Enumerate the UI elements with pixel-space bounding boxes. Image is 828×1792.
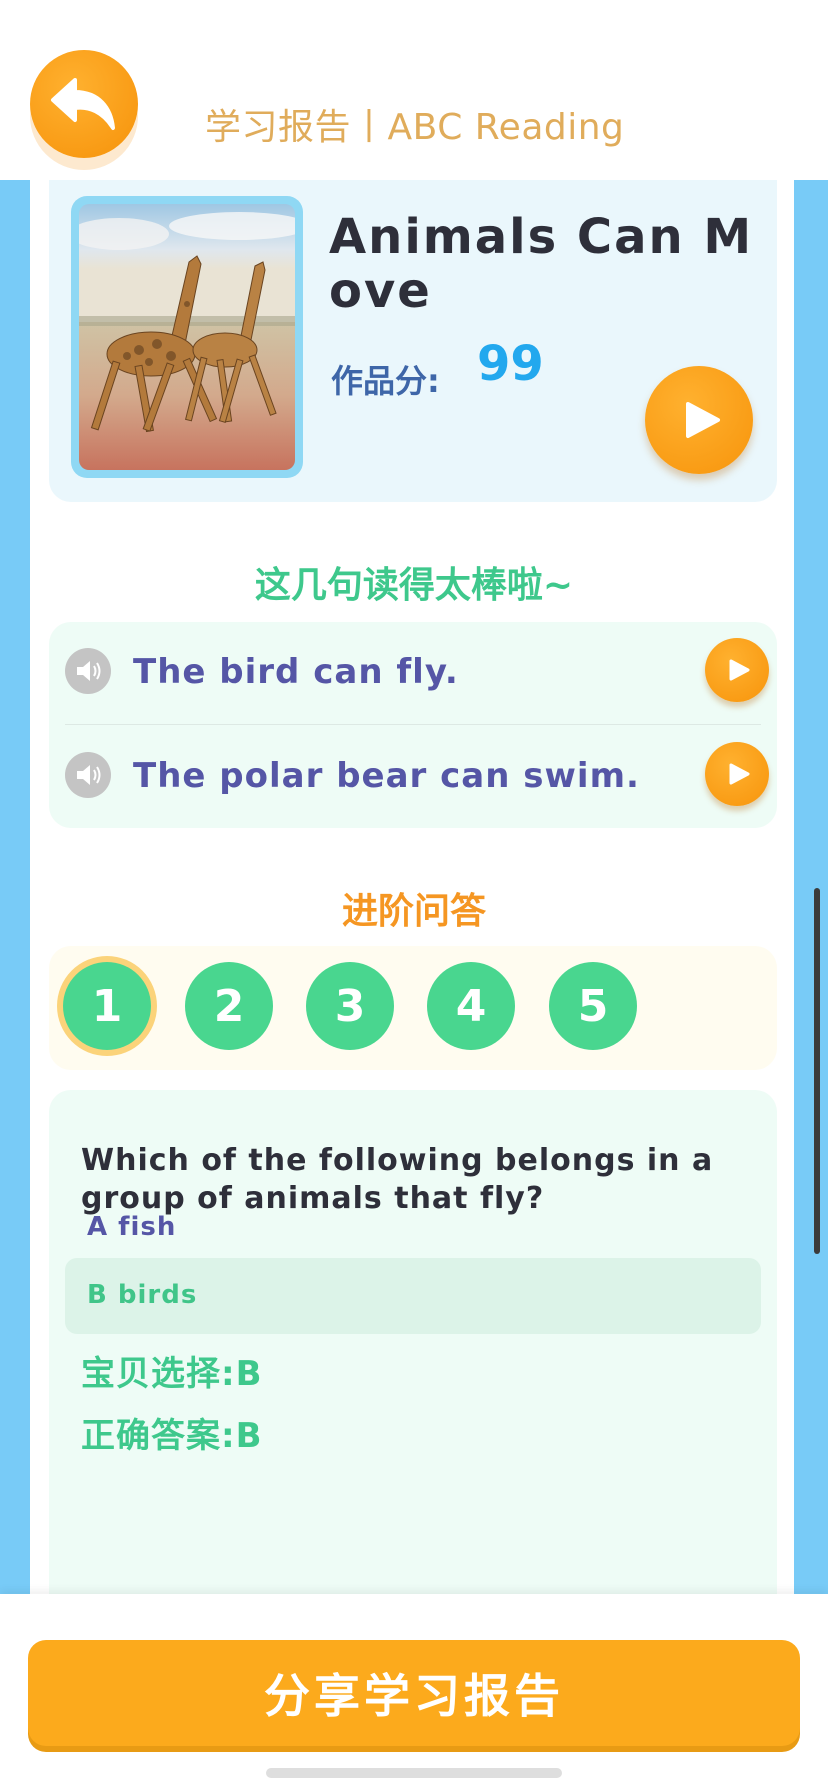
question-number-tabs: 1 2 3 4 5 [49, 946, 777, 1070]
giraffe-illustration [79, 204, 295, 470]
share-report-button[interactable]: 分享学习报告 [28, 1640, 800, 1746]
scrollbar[interactable] [814, 888, 820, 1254]
correct-answer: 正确答案:B [81, 1416, 263, 1456]
sentence-play-button[interactable] [705, 638, 769, 702]
home-indicator[interactable] [266, 1768, 562, 1778]
back-button[interactable] [30, 50, 138, 158]
option-b: B birds [65, 1258, 761, 1334]
speaker-button[interactable] [65, 648, 111, 694]
question-tab-2[interactable]: 2 [185, 962, 273, 1050]
option-label: B birds [87, 1280, 198, 1310]
speaker-icon [77, 661, 101, 681]
book-card: Animals Can Move 作品分: 99 [49, 160, 777, 502]
score-label: 作品分: [331, 362, 440, 400]
question-tab-3[interactable]: 3 [306, 962, 394, 1050]
question-tab-5[interactable]: 5 [549, 962, 637, 1050]
book-cover-image [79, 204, 295, 470]
question-tab-1[interactable]: 1 [63, 962, 151, 1050]
sentence-play-button[interactable] [705, 742, 769, 806]
option-a: A fish [65, 1190, 761, 1266]
score-value: 99 [477, 336, 544, 392]
child-choice: 宝贝选择:B [81, 1354, 263, 1394]
good-sentences-title: 这几句读得太棒啦~ [254, 565, 574, 606]
share-report-label: 分享学习报告 [264, 1669, 564, 1723]
play-icon [686, 402, 720, 438]
book-play-button[interactable] [645, 366, 753, 474]
option-label: A fish [87, 1212, 177, 1242]
bottom-bar: 分享学习报告 [0, 1594, 828, 1792]
play-icon [729, 659, 750, 681]
advanced-qa-title: 进阶问答 [341, 891, 486, 932]
back-arrow-icon [51, 78, 115, 130]
speaker-icon [77, 765, 101, 785]
sentence-text: The bird can fly. [133, 652, 459, 692]
header: 学习报告丨ABC Reading [0, 0, 828, 180]
good-sentences-list: The bird can fly. The polar bear can swi… [49, 622, 777, 828]
play-icon [729, 763, 750, 785]
question-card: Which of the following belongs in a grou… [49, 1090, 777, 1600]
sentence-text: The polar bear can swim. [133, 756, 640, 796]
page-title: 学习报告丨ABC Reading [205, 107, 625, 148]
question-tab-4[interactable]: 4 [427, 962, 515, 1050]
list-item: The polar bear can swim. [65, 726, 769, 828]
speaker-button[interactable] [65, 752, 111, 798]
list-item: The bird can fly. [65, 622, 769, 725]
book-title: Animals Can Move [329, 209, 754, 319]
book-cover-frame [71, 196, 303, 478]
